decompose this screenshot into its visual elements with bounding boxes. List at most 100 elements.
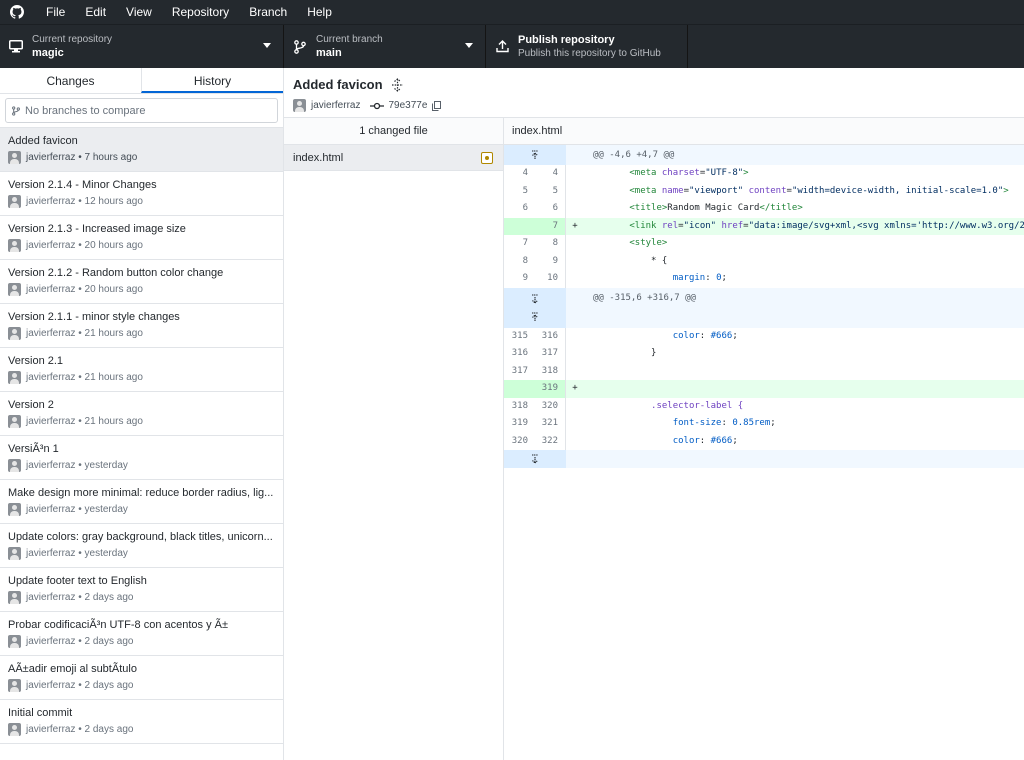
commit-author: javierferraz	[26, 548, 76, 559]
publish-repository-button[interactable]: Publish repository Publish this reposito…	[486, 25, 688, 68]
diff-line[interactable]: 55 <meta name="viewport" content="width=…	[504, 182, 1024, 200]
commit-item[interactable]: Version 2.1.3 - Increased image size jav…	[0, 216, 283, 260]
changed-files-panel: 1 changed file index.html	[284, 118, 504, 760]
new-line-number: 318	[535, 362, 566, 380]
diff-line[interactable]: 66 <title>Random Magic Card</title>	[504, 200, 1024, 218]
branch-label: Current branch	[316, 34, 383, 45]
commit-item[interactable]: Update colors: gray background, black ti…	[0, 524, 283, 568]
avatar	[8, 635, 21, 648]
menu-help[interactable]: Help	[297, 0, 342, 24]
menu-edit[interactable]: Edit	[75, 0, 116, 24]
diff-line[interactable]: 316 317 }	[504, 345, 1024, 363]
new-line-number: 322	[535, 432, 566, 450]
menu-repository[interactable]: Repository	[162, 0, 239, 24]
commit-title: Update colors: gray background, black ti…	[8, 531, 273, 543]
copy-icon[interactable]	[432, 100, 442, 111]
publish-title: Publish repository	[518, 34, 615, 46]
commit-item[interactable]: Update footer text to English javierferr…	[0, 568, 283, 612]
current-repository-button[interactable]: Current repository magic	[0, 25, 284, 68]
branch-compare-input[interactable]: No branches to compare	[5, 98, 278, 123]
commit-title: Initial commit	[8, 707, 73, 719]
commit-author: javierferraz	[26, 372, 76, 383]
commit-item[interactable]: Added favicon javierferraz • 7 hours ago	[0, 128, 283, 172]
tab-changes[interactable]: Changes	[0, 68, 141, 93]
menu-branch[interactable]: Branch	[239, 0, 297, 24]
code-token: "UTF-8"	[705, 168, 744, 178]
code-token: :	[699, 435, 711, 446]
new-line-number: 319	[535, 380, 566, 398]
diff-line-added[interactable]: 7 + <link rel="icon" href="data:image/svg…	[504, 217, 1024, 235]
commit-title: Version 2.1.2 - Random button color chan…	[8, 267, 224, 279]
commit-author: javierferraz	[26, 592, 76, 603]
diff-line[interactable]: 320 322 color: #666;	[504, 432, 1024, 450]
expand-up-icon[interactable]	[504, 145, 566, 165]
commit-time: yesterday	[84, 460, 128, 471]
commit-author: javierferraz	[26, 328, 76, 339]
code-token: ;	[721, 273, 727, 283]
git-commit-icon	[370, 102, 385, 109]
commit-item[interactable]: Make design more minimal: reduce border …	[0, 480, 283, 524]
commit-item[interactable]: Probar codificaciÃ³n UTF-8 con acentos y…	[0, 612, 283, 656]
old-line-number	[504, 380, 535, 398]
diff-view: index.html @@ -4,6 +4,7 @@ 44 <meta char…	[504, 118, 1024, 760]
current-branch-button[interactable]: Current branch main	[284, 25, 486, 68]
modified-icon	[481, 152, 493, 164]
commit-item[interactable]: Version 2.1 javierferraz • 21 hours ago	[0, 348, 283, 392]
diff-line[interactable]: 318 320 .selector-label {	[504, 397, 1024, 416]
code: color: #666;	[584, 328, 1024, 346]
diff-line[interactable]: 319 321 font-size: 0.85rem;	[504, 415, 1024, 433]
new-line-number: 320	[535, 397, 566, 415]
diff-marker: +	[572, 220, 578, 231]
code-token: 0.85rem	[732, 418, 771, 428]
old-line-number: 6	[522, 203, 528, 213]
diff-line[interactable]: 315 316 color: #666;	[504, 327, 1024, 346]
diff-line-added[interactable]: 319 +	[504, 380, 1024, 398]
menu-file[interactable]: File	[36, 0, 75, 24]
code-token: name	[661, 185, 684, 196]
menu-view[interactable]: View	[116, 0, 162, 24]
branch-icon	[284, 39, 316, 54]
commit-item[interactable]: VersiÃ³n 1 javierferraz • yesterday	[0, 436, 283, 480]
expand-down-icon[interactable]	[504, 450, 566, 468]
code-token: * {	[651, 255, 668, 266]
compare-wrapper: No branches to compare	[0, 94, 283, 128]
commit-item[interactable]: Version 2.1.1 - minor style changes javi…	[0, 304, 283, 348]
file-item[interactable]: index.html	[284, 145, 503, 171]
commit-title: Version 2.1.1 - minor style changes	[8, 311, 180, 323]
commit-author: javierferraz	[26, 636, 76, 647]
commit-time: 21 hours ago	[84, 416, 143, 427]
menu-bar: File Edit View Repository Branch Help	[0, 0, 1024, 24]
code-token: rel	[661, 220, 679, 231]
diff-file-name: index.html	[504, 118, 1024, 145]
avatar	[8, 327, 21, 340]
commit-author: javierferraz	[26, 284, 76, 295]
new-line-number: 4	[535, 165, 566, 183]
commit-item[interactable]: Version 2.1.2 - Random button color chan…	[0, 260, 283, 304]
commit-item[interactable]: Version 2.1.4 - Minor Changes javierferr…	[0, 172, 283, 216]
diff-line[interactable]: 317 318	[504, 362, 1024, 380]
diff-line[interactable]: 44 <meta charset="UTF-8">	[504, 165, 1024, 183]
diff-line[interactable]: 9 10 margin: 0;	[504, 270, 1024, 288]
diff-line[interactable]: 89 * {	[504, 252, 1024, 270]
commit-sha: 79e377e	[388, 100, 428, 111]
diff-line[interactable]: 78 <style>	[504, 235, 1024, 253]
diff-marker	[566, 345, 584, 363]
old-line-number: 4	[522, 168, 528, 178]
code: <title>Random Magic Card</title>	[584, 200, 1024, 218]
code-token: "viewport"	[688, 185, 744, 196]
new-line-number: 6	[535, 200, 566, 218]
expand-both-icon[interactable]	[504, 287, 566, 328]
expand-icon[interactable]	[391, 77, 404, 92]
file-name: index.html	[293, 151, 344, 164]
commit-item[interactable]: Initial commit javierferraz • 2 days ago	[0, 700, 283, 744]
new-line-number: 5	[535, 182, 566, 200]
code-token: :	[721, 418, 733, 428]
code-token: <meta	[629, 185, 662, 196]
commit-item[interactable]: Version 2 javierferraz • 21 hours ago	[0, 392, 283, 436]
code-token: color	[672, 435, 700, 446]
diff-marker	[566, 398, 584, 416]
branch-name: main	[316, 47, 342, 59]
commit-item[interactable]: AÃ±adir emoji al subtÃ­tulo javierferraz…	[0, 656, 283, 700]
code-token: color	[672, 330, 700, 341]
tab-history[interactable]: History	[141, 68, 283, 93]
